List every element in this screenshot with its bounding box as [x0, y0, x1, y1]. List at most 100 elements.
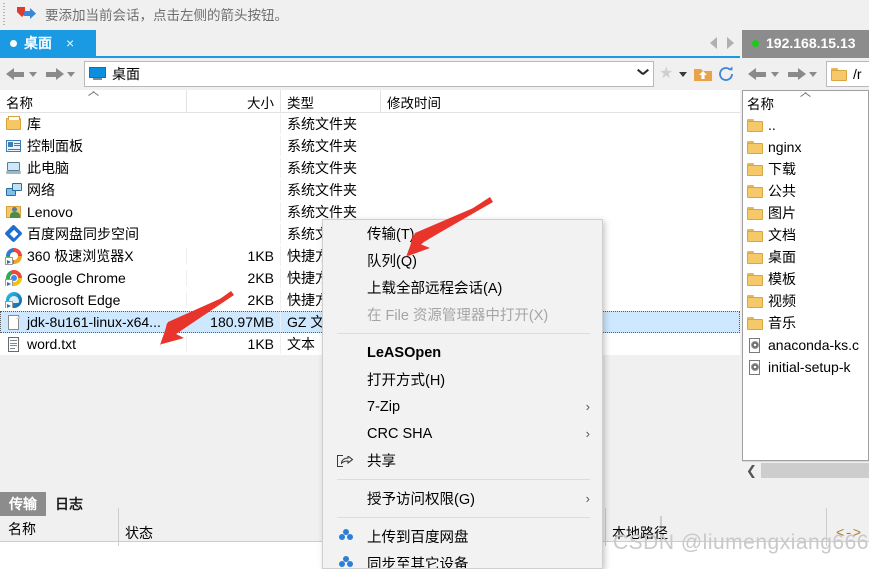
list-item[interactable]: anaconda-ks.c: [743, 334, 868, 356]
back-history-caret-icon[interactable]: [771, 71, 779, 77]
menu-item[interactable]: 同步至其它设备: [323, 550, 602, 569]
chevron-down-icon[interactable]: [637, 68, 649, 80]
tab-remote-host[interactable]: 192.168.15.13: [742, 30, 869, 56]
menu-separator: [337, 517, 590, 518]
file-name-label: 视频: [768, 293, 796, 309]
file-name-label: 公共: [768, 183, 796, 199]
star-icon[interactable]: ★: [659, 66, 675, 82]
table-row[interactable]: 此电脑 系统文件夹: [0, 157, 740, 179]
menu-item-label: 共享: [367, 454, 396, 470]
menu-item[interactable]: 上传到百度网盘: [323, 523, 602, 550]
table-row[interactable]: 网络 系统文件夹: [0, 179, 740, 201]
menu-item[interactable]: 打开方式(H): [323, 366, 602, 393]
cell-name: 百度网盘同步空间: [0, 224, 186, 244]
context-menu[interactable]: 传输(T) 队列(Q) 上载全部远程会话(A) 在 File 资源管理器中打开(X) L…: [322, 219, 603, 569]
folder-icon: [747, 228, 763, 242]
back-button[interactable]: [746, 60, 784, 88]
config-file-icon: [747, 337, 763, 353]
menu-item-label: LeASOpen: [367, 344, 442, 361]
back-arrow-icon: [6, 66, 28, 82]
cell-type: 系统文件夹: [280, 136, 380, 156]
table-row[interactable]: 控制面板 系统文件夹: [0, 135, 740, 157]
transfer-arrows-icon: [15, 5, 37, 23]
table-row[interactable]: 库 系统文件夹: [0, 113, 740, 135]
browser-360-icon: [5, 248, 22, 265]
tab-scroll-right-icon[interactable]: [727, 37, 734, 49]
list-item[interactable]: 模板: [743, 268, 868, 290]
tab-scroll-left-icon[interactable]: [710, 37, 717, 49]
list-item[interactable]: 视频: [743, 290, 868, 312]
file-name-label: 控制面板: [27, 138, 83, 154]
remote-list-header[interactable]: 名称: [743, 91, 868, 114]
cell-type: 系统文件夹: [280, 114, 380, 134]
share-icon: [337, 452, 355, 470]
folder-icon: [747, 294, 763, 308]
scrollbar-thumb[interactable]: [761, 463, 869, 478]
column-header-name[interactable]: 名称: [0, 90, 186, 113]
cell-size: 180.97MB: [186, 314, 280, 330]
column-header-size[interactable]: 大小: [186, 90, 280, 113]
column-header-type[interactable]: 类型: [280, 90, 380, 113]
folder-icon: [747, 118, 763, 132]
menu-item-label: 上传到百度网盘: [367, 530, 469, 546]
tab-close-icon[interactable]: ×: [66, 35, 74, 51]
tab-log[interactable]: 日志: [46, 492, 92, 516]
cell-name: 此电脑: [0, 158, 186, 178]
menu-item[interactable]: 共享: [323, 447, 602, 474]
menu-item-label: CRC SHA: [367, 425, 433, 442]
list-item[interactable]: 图片: [743, 202, 868, 224]
menu-item[interactable]: 上载全部远程会话(A): [323, 274, 602, 301]
file-name-label: anaconda-ks.c: [768, 337, 860, 353]
folder-icon: [747, 272, 763, 286]
forward-history-caret-icon[interactable]: [809, 71, 817, 77]
notification-text: 要添加当前会话，点击左侧的箭头按钮。: [45, 8, 288, 23]
caret-down-icon[interactable]: [679, 71, 687, 77]
file-name-label: 网络: [27, 182, 55, 198]
file-name-label: 百度网盘同步空间: [27, 226, 139, 242]
list-item[interactable]: 下载: [743, 158, 868, 180]
cell-name: jdk-8u161-linux-x64...: [0, 314, 186, 330]
list-item[interactable]: 音乐: [743, 312, 868, 334]
back-button[interactable]: [4, 60, 42, 88]
column-header-modified[interactable]: 修改时间: [380, 90, 640, 113]
text-file-icon: [6, 336, 22, 352]
list-item[interactable]: 桌面: [743, 246, 868, 268]
menu-item[interactable]: CRC SHA ›: [323, 420, 602, 447]
file-name-label: Microsoft Edge: [27, 292, 121, 308]
column-header-status[interactable]: 状态: [125, 520, 153, 546]
menu-item[interactable]: 传输(T): [323, 220, 602, 247]
tab-local-desktop[interactable]: 桌面 ×: [0, 30, 96, 56]
forward-button[interactable]: [784, 60, 822, 88]
upload-folder-icon[interactable]: [693, 65, 713, 83]
baidu-cloud-icon: [337, 555, 355, 569]
menu-item[interactable]: LeASOpen: [323, 339, 602, 366]
baidu-cloud-icon: [337, 528, 355, 546]
back-history-caret-icon[interactable]: [29, 71, 37, 77]
refresh-icon[interactable]: [716, 65, 736, 83]
menu-separator: [337, 479, 590, 480]
list-item[interactable]: nginx: [743, 136, 868, 158]
list-item[interactable]: ..: [743, 114, 868, 136]
menu-item[interactable]: 队列(Q): [323, 247, 602, 274]
list-item[interactable]: 公共: [743, 180, 868, 202]
archive-file-icon: [6, 314, 22, 330]
remote-address-bar[interactable]: /r: [826, 61, 869, 87]
file-name-label: 此电脑: [27, 160, 69, 176]
folder-icon: [747, 250, 763, 264]
tab-transfer[interactable]: 传输: [0, 492, 46, 516]
chevron-left-icon[interactable]: ❮: [742, 462, 761, 479]
watermark: CSDN @liumengxiang666: [613, 531, 869, 554]
local-toolbar: 桌面 ★: [0, 56, 740, 90]
menu-item[interactable]: 授予访问权限(G) ›: [323, 485, 602, 512]
list-item[interactable]: 文档: [743, 224, 868, 246]
menu-item[interactable]: 7-Zip ›: [323, 393, 602, 420]
local-tabstrip: 桌面 ×: [0, 28, 740, 56]
forward-history-caret-icon[interactable]: [67, 71, 75, 77]
remote-horizontal-scrollbar[interactable]: ❮: [742, 461, 869, 479]
drag-grip[interactable]: [1, 3, 9, 25]
local-address-bar[interactable]: 桌面: [84, 61, 654, 87]
forward-button[interactable]: [42, 60, 80, 88]
chevron-right-icon: ›: [585, 491, 590, 506]
chevron-right-icon: ›: [585, 426, 590, 441]
list-item[interactable]: initial-setup-k: [743, 356, 868, 378]
